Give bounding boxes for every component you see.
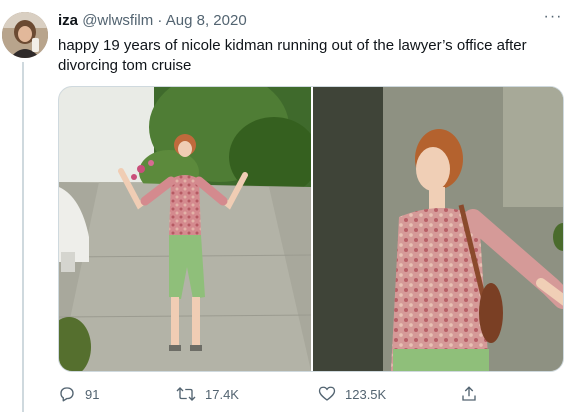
reply-count: 91 — [85, 386, 100, 402]
tweet-text: happy 19 years of nicole kidman running … — [58, 37, 527, 74]
tweet-actions: 91 17.4K 123.5K — [58, 384, 558, 404]
tweet-header: iza @wlwsfilm · Aug 8, 2020 — [58, 12, 247, 30]
reply-button[interactable]: 91 — [58, 384, 99, 404]
share-icon — [462, 386, 476, 401]
more-options-icon[interactable]: ··· — [540, 8, 566, 28]
tweet-media[interactable] — [58, 86, 564, 372]
photo-woman-running-outdoors[interactable] — [59, 87, 311, 371]
photo-left-image — [59, 87, 311, 371]
author-name[interactable]: iza — [58, 12, 78, 29]
like-icon — [318, 386, 336, 401]
avatar-image — [2, 12, 48, 58]
header-separator: · — [153, 12, 166, 29]
retweet-icon — [176, 387, 196, 401]
tweet-date[interactable]: Aug 8, 2020 — [166, 12, 247, 29]
share-button[interactable] — [460, 384, 478, 404]
reply-icon — [60, 387, 74, 402]
like-count: 123.5K — [345, 386, 387, 402]
avatar[interactable] — [2, 12, 48, 58]
like-button[interactable]: 123.5K — [318, 384, 386, 404]
photo-right-image — [313, 87, 563, 371]
photo-woman-arms-outstretched-closeup[interactable] — [313, 87, 563, 371]
tweet[interactable]: iza @wlwsfilm · Aug 8, 2020 ··· happy 19… — [0, 0, 580, 412]
retweet-button[interactable]: 17.4K — [176, 384, 239, 404]
author-handle[interactable]: @wlwsfilm — [82, 12, 153, 29]
retweet-count: 17.4K — [205, 386, 239, 402]
thread-line — [22, 62, 24, 412]
